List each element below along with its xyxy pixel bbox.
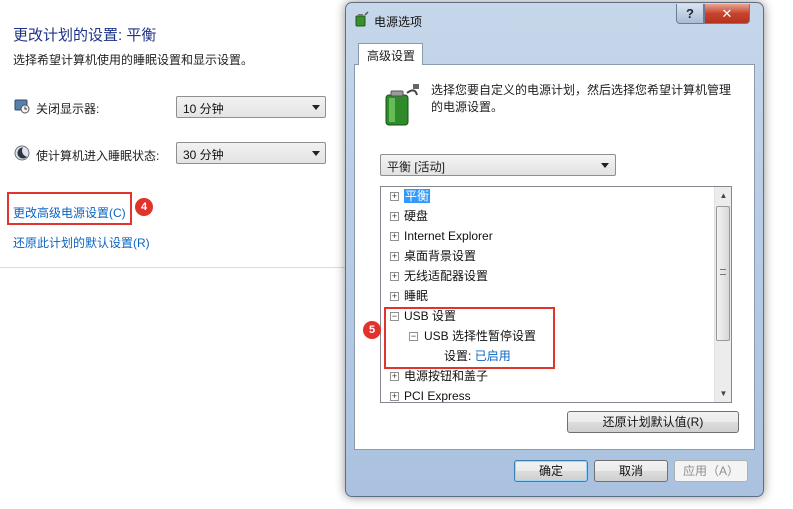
sleep-label: 使计算机进入睡眠状态: <box>36 149 160 163</box>
expand-icon[interactable]: + <box>390 192 399 201</box>
scroll-thumb[interactable] <box>716 206 730 341</box>
advanced-settings-link[interactable]: 更改高级电源设置(C) <box>13 204 126 221</box>
power-options-dialog: 电源选项 ? ✕ 高级设置 选择您要自定义的电源计划，然后选择您希望计算机管理的… <box>345 2 764 497</box>
ok-button[interactable]: 确定 <box>514 460 588 482</box>
tree-scrollbar[interactable]: ▲ ▼ <box>714 187 731 402</box>
grip-icon <box>720 269 726 275</box>
help-button[interactable]: ? <box>676 4 704 24</box>
dialog-description: 选择您要自定义的电源计划，然后选择您希望计算机管理的电源设置。 <box>431 83 732 114</box>
tab-advanced-settings[interactable]: 高级设置 <box>358 43 423 65</box>
settings-tree[interactable]: + 平衡 + 硬盘 + Internet Explorer + 桌面背景设置 +… <box>380 186 732 403</box>
moon-icon <box>14 145 30 161</box>
chevron-down-icon <box>312 105 320 110</box>
battery-plug-icon <box>385 84 419 126</box>
tree-item-label: 平衡 <box>404 189 431 203</box>
expand-icon[interactable]: + <box>390 272 399 281</box>
tree-item-power-buttons[interactable]: 电源按钮和盖子 <box>404 367 488 385</box>
expand-icon[interactable]: + <box>390 372 399 381</box>
step-badge-5: 5 <box>363 321 381 339</box>
expand-icon[interactable]: + <box>390 252 399 261</box>
chevron-down-icon <box>312 151 320 156</box>
display-off-value: 10 分钟 <box>183 102 224 116</box>
tree-item-hard-disk[interactable]: 硬盘 <box>404 207 428 225</box>
tree-item-wireless-adapter[interactable]: 无线适配器设置 <box>404 267 488 285</box>
restore-defaults-link[interactable]: 还原此计划的默认设置(R) <box>13 234 150 251</box>
dialog-title: 电源选项 <box>374 15 423 29</box>
scroll-up-icon[interactable]: ▲ <box>715 187 731 204</box>
divider <box>0 267 345 268</box>
tree-item-balanced[interactable]: 平衡 <box>404 187 431 205</box>
sleep-value: 30 分钟 <box>183 148 224 162</box>
page-title: 更改计划的设置: 平衡 <box>13 27 157 44</box>
tree-item-desktop-background[interactable]: 桌面背景设置 <box>404 247 476 265</box>
apply-button[interactable]: 应用（A） <box>674 460 748 482</box>
chevron-down-icon <box>601 163 609 168</box>
expand-icon[interactable]: + <box>390 232 399 241</box>
display-off-select[interactable]: 10 分钟 <box>176 96 326 118</box>
tree-item-pci-express[interactable]: PCI Express <box>404 387 471 402</box>
advanced-settings-panel: 选择您要自定义的电源计划，然后选择您希望计算机管理的电源设置。 平衡 [活动] … <box>354 64 755 450</box>
dialog-titlebar[interactable]: 电源选项 ? ✕ <box>346 3 763 33</box>
sleep-select[interactable]: 30 分钟 <box>176 142 326 164</box>
expand-icon[interactable]: + <box>390 392 399 401</box>
display-off-label: 关闭显示器: <box>36 102 100 116</box>
power-options-icon <box>355 11 369 27</box>
clock-monitor-icon <box>14 99 30 114</box>
tree-item-internet-explorer[interactable]: Internet Explorer <box>404 227 493 245</box>
close-button[interactable]: ✕ <box>704 4 750 24</box>
page-subtitle: 选择希望计算机使用的睡眠设置和显示设置。 <box>13 53 254 67</box>
highlight-box-usb <box>384 307 555 369</box>
step-badge-4: 4 <box>135 198 153 216</box>
power-plan-value: 平衡 [活动] <box>387 160 446 174</box>
expand-icon[interactable]: + <box>390 292 399 301</box>
scroll-down-icon[interactable]: ▼ <box>715 385 731 402</box>
tree-item-sleep[interactable]: 睡眠 <box>404 287 428 305</box>
power-plan-select[interactable]: 平衡 [活动] <box>380 154 616 176</box>
expand-icon[interactable]: + <box>390 212 399 221</box>
restore-plan-defaults-button[interactable]: 还原计划默认值(R) <box>567 411 739 433</box>
cancel-button[interactable]: 取消 <box>594 460 668 482</box>
